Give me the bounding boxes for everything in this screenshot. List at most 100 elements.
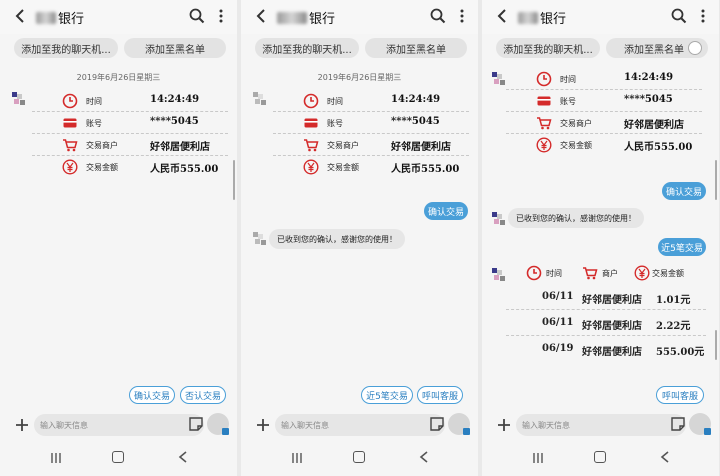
voice-badge [463, 428, 470, 435]
search-icon[interactable] [430, 8, 446, 24]
back-arrow-icon[interactable] [494, 7, 512, 25]
voice-badge [222, 428, 229, 435]
yuan-icon [634, 265, 650, 281]
sticker-icon[interactable] [671, 417, 685, 431]
sent-message-bubble: 确认交易 [424, 202, 468, 220]
scrollbar[interactable] [715, 330, 717, 360]
transaction-card: 时间 14:24:49 账号 ****5045 交易商户 好邻居便利店 交易金额 人民币… [273, 90, 469, 178]
clock-icon [303, 93, 319, 109]
row-value: 人民币555.00 [624, 142, 693, 153]
row-value: 好邻居便利店 [150, 142, 210, 153]
call-support-button[interactable]: 呼叫客服 [417, 386, 463, 404]
voice-input-icon[interactable] [207, 413, 229, 435]
txn-header-time: 时间 [546, 269, 562, 278]
txn-amount: 1.01元 [656, 295, 691, 306]
add-to-blacklist-button[interactable]: 添加至黑名单 [365, 38, 467, 58]
bank-avatar [12, 92, 26, 106]
more-options-icon[interactable] [458, 8, 466, 24]
scrollbar[interactable] [233, 160, 235, 200]
row-label: 时间 [560, 75, 576, 84]
nav-back-icon[interactable] [419, 451, 429, 463]
date-separator: 2019年6月26日星期三 [317, 73, 402, 82]
redacted-name [518, 11, 538, 24]
message-input[interactable]: 输入聊天信息 [275, 414, 445, 436]
add-to-blacklist-button[interactable]: 添加至黑名单 [124, 38, 226, 58]
txn-date: 06/19 [542, 343, 574, 354]
recent-transactions-table: 时间 商户 交易金额 06/11 好邻居便利店 1.01元 06/11 好邻居便… [506, 262, 706, 356]
confirm-transaction-button[interactable]: 确认交易 [129, 386, 175, 404]
card-icon [537, 96, 551, 106]
row-label: 账号 [327, 119, 343, 128]
card-row-amount: 交易金额 人民币555.00 [32, 156, 228, 178]
back-arrow-icon[interactable] [12, 7, 30, 25]
search-icon[interactable] [189, 8, 205, 24]
message-input[interactable]: 输入聊天信息 [516, 414, 686, 436]
add-to-chatbot-button[interactable]: 添加至我的聊天机... [255, 38, 359, 58]
row-value: 14:24:49 [150, 94, 200, 105]
txn-merchant: 好邻居便利店 [582, 321, 642, 332]
sticker-icon[interactable] [430, 417, 444, 431]
plus-icon[interactable] [14, 417, 30, 433]
clock-icon [62, 93, 78, 109]
recent-five-transactions-button[interactable]: 近5笔交易 [361, 386, 413, 404]
call-support-button[interactable]: 呼叫客服 [656, 386, 704, 404]
txn-amount: 2.22元 [656, 321, 691, 332]
yuan-icon [536, 137, 552, 153]
app-bar: 银行 [241, 0, 478, 34]
title-text: 银行 [309, 12, 336, 27]
input-bar: 输入聊天信息 [482, 412, 719, 438]
sticker-icon[interactable] [189, 417, 203, 431]
row-value: 好邻居便利店 [624, 120, 684, 131]
sent-message-bubble: 确认交易 [662, 182, 706, 200]
date-separator: 2019年6月26日星期三 [76, 73, 161, 82]
more-options-icon[interactable] [217, 8, 225, 24]
home-icon[interactable] [112, 451, 124, 463]
recent-apps-icon[interactable] [532, 452, 544, 464]
system-nav-bar [241, 446, 478, 470]
card-row-amount: 交易金额 人民币555.00 [506, 134, 702, 156]
row-label: 账号 [560, 97, 576, 106]
voice-input-icon[interactable] [448, 413, 470, 435]
recent-apps-icon[interactable] [50, 452, 62, 464]
nav-back-icon[interactable] [660, 451, 670, 463]
add-to-chatbot-button[interactable]: 添加至我的聊天机... [14, 38, 118, 58]
cart-icon [303, 139, 319, 153]
recent-apps-icon[interactable] [291, 452, 303, 464]
system-nav-bar [0, 446, 237, 470]
chip-label: 添加至黑名单 [624, 44, 684, 56]
sent-message-bubble: 近5笔交易 [658, 238, 706, 256]
clock-icon [536, 71, 552, 87]
row-label: 时间 [86, 97, 102, 106]
row-value: ****5045 [624, 94, 673, 105]
title-text: 银行 [58, 12, 85, 27]
back-arrow-icon[interactable] [253, 7, 271, 25]
phone-panel-2: 银行 添加至我的聊天机... 添加至黑名单 2019年6月26日星期三 时间 14… [241, 0, 478, 476]
bank-avatar [492, 72, 506, 86]
home-icon[interactable] [353, 451, 365, 463]
message-input[interactable]: 输入聊天信息 [34, 414, 204, 436]
search-icon[interactable] [671, 8, 687, 24]
add-to-blacklist-button[interactable]: 添加至黑名单 [606, 38, 708, 58]
toggle-circle-icon[interactable] [688, 41, 702, 55]
plus-icon[interactable] [496, 417, 512, 433]
card-row-merchant: 交易商户 好邻居便利店 [506, 112, 702, 134]
scrollbar[interactable] [715, 160, 717, 200]
nav-back-icon[interactable] [178, 451, 188, 463]
plus-icon[interactable] [255, 417, 271, 433]
voice-input-icon[interactable] [689, 413, 711, 435]
txn-header-amount: 交易金额 [652, 269, 684, 278]
txn-header-row: 时间 商户 交易金额 [506, 262, 706, 284]
card-row-time: 时间 14:24:49 [506, 68, 702, 90]
row-label: 交易商户 [560, 119, 592, 128]
more-options-icon[interactable] [699, 8, 707, 24]
cart-icon [536, 117, 552, 131]
add-to-chatbot-button[interactable]: 添加至我的聊天机... [496, 38, 600, 58]
txn-date: 06/11 [542, 317, 574, 328]
card-row-time: 时间 14:24:49 [32, 90, 228, 112]
row-value: 14:24:49 [391, 94, 441, 105]
deny-transaction-button[interactable]: 否认交易 [180, 386, 226, 404]
home-icon[interactable] [594, 451, 606, 463]
txn-merchant: 好邻居便利店 [582, 295, 642, 306]
system-nav-bar [482, 446, 719, 470]
yuan-icon [303, 159, 319, 175]
